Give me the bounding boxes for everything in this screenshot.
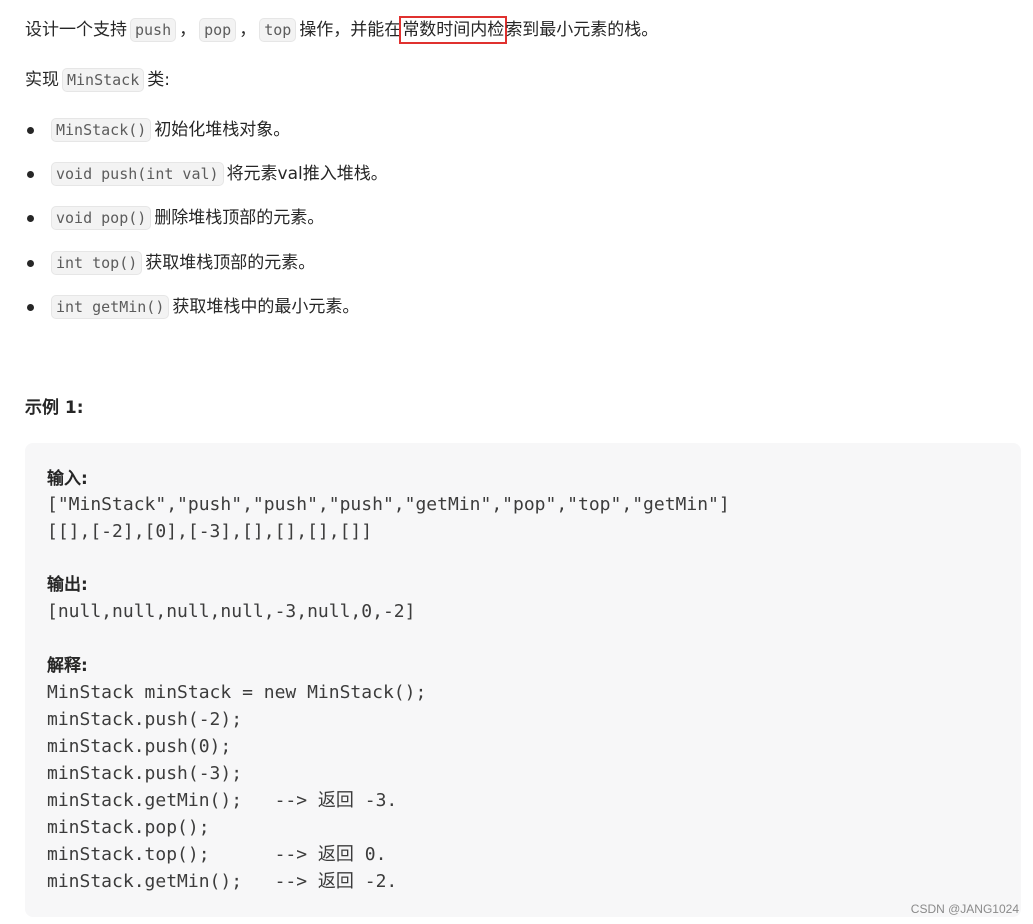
output-line: [null,null,null,null,-3,null,0,-2] xyxy=(47,601,416,622)
inline-code-top: top xyxy=(259,18,297,42)
explain-line: minStack.getMin(); --> 返回 -3. xyxy=(47,790,398,811)
input-line-1: ["MinStack","push","push","push","getMin… xyxy=(47,494,730,515)
example-title: 示例 1: xyxy=(25,398,84,418)
method-description: 获取堆栈顶部的元素。 xyxy=(145,253,316,273)
watermark: CSDN @JANG1024 xyxy=(910,902,1019,916)
method-description: 初始化堆栈对象。 xyxy=(154,120,291,140)
explain-line: minStack.push(-2); xyxy=(47,709,243,730)
intro-line: 设计一个支持 push ， pop ， top 操作，并能在 常数时间内检 索到… xyxy=(25,16,658,44)
highlighted-text: 常数时间内检 xyxy=(399,16,508,44)
input-line-2: [[],[-2],[0],[-3],[],[],[],[]] xyxy=(47,521,373,542)
explain-line: minStack.push(-3); xyxy=(47,763,243,784)
method-signature: void push(int val) xyxy=(51,162,224,186)
explain-line: minStack.push(0); xyxy=(47,736,232,757)
implement-prefix: 实现 xyxy=(25,70,59,90)
method-description: 获取堆栈中的最小元素。 xyxy=(172,297,360,317)
implement-line: 实现 MinStack 类: xyxy=(25,66,170,94)
method-signature: int getMin() xyxy=(51,295,170,319)
output-label: 输出: xyxy=(47,575,88,595)
intro-separator: ， xyxy=(239,20,257,40)
list-item: int getMin() 获取堆栈中的最小元素。 xyxy=(25,293,359,321)
explain-line: MinStack minStack = new MinStack(); xyxy=(47,682,427,703)
intro-prefix: 设计一个支持 xyxy=(25,20,127,40)
explain-line: minStack.getMin(); --> 返回 -2. xyxy=(47,871,398,892)
intro-suffix: 索到最小元素的栈。 xyxy=(505,20,659,40)
method-signature: MinStack() xyxy=(51,118,152,142)
bullet-icon xyxy=(27,303,34,311)
inline-code-pop: pop xyxy=(199,18,237,42)
list-item: MinStack() 初始化堆栈对象。 xyxy=(25,116,290,144)
input-label: 输入: xyxy=(47,469,88,489)
method-description: 删除堆栈顶部的元素。 xyxy=(154,208,325,228)
explain-line: minStack.top(); --> 返回 0. xyxy=(47,844,387,865)
bullet-icon xyxy=(27,214,34,222)
list-item: void push(int val) 将元素val推入堆栈。 xyxy=(25,160,388,188)
list-item: int top() 获取堆栈顶部的元素。 xyxy=(25,249,315,277)
bullet-icon xyxy=(27,170,34,178)
example-block: 输入: ["MinStack","push","push","push","ge… xyxy=(25,443,1021,917)
list-item: void pop() 删除堆栈顶部的元素。 xyxy=(25,204,324,232)
inline-code-minstack: MinStack xyxy=(62,68,145,92)
method-description: 将元素val推入堆栈。 xyxy=(226,164,388,184)
intro-middle: 操作，并能在 xyxy=(299,20,402,40)
bullet-icon xyxy=(27,126,34,134)
explain-line: minStack.pop(); xyxy=(47,817,210,838)
inline-code-push: push xyxy=(130,18,177,42)
intro-separator: ， xyxy=(179,20,197,40)
bullet-icon xyxy=(27,259,34,267)
method-signature: void pop() xyxy=(51,206,152,230)
implement-suffix: 类: xyxy=(147,70,170,90)
explain-label: 解释: xyxy=(47,656,88,676)
method-signature: int top() xyxy=(51,251,143,275)
